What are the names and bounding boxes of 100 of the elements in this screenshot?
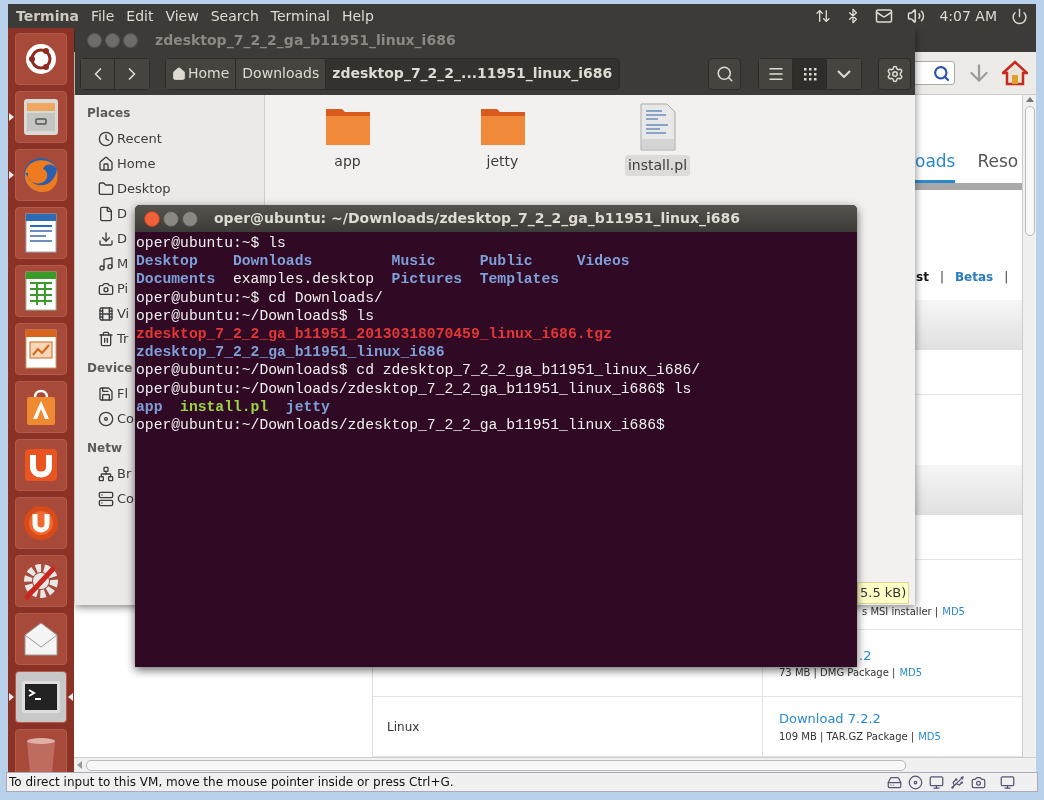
settings-button[interactable] bbox=[878, 57, 911, 90]
sidebar-item[interactable]: M bbox=[98, 251, 129, 276]
search-button[interactable] bbox=[708, 57, 741, 90]
launcher-button[interactable] bbox=[15, 323, 67, 375]
menu-item[interactable]: Edit bbox=[120, 5, 160, 27]
sidebar-item[interactable]: Home bbox=[98, 151, 156, 176]
launcher-button[interactable] bbox=[15, 613, 67, 665]
window-title: oper@ubuntu: ~/Downloads/zdesktop_7_2_2_ga_b11951_linux_i686 bbox=[214, 209, 741, 229]
path-button[interactable]: Downloads bbox=[236, 58, 327, 89]
download-link[interactable]: Download 7.2.2 bbox=[779, 709, 881, 729]
platform-label: Linux bbox=[387, 718, 420, 736]
monitor-icon[interactable] bbox=[929, 774, 944, 790]
file-details: 73 MB | DMG Package | bbox=[779, 666, 896, 681]
file-name: examples.desktop bbox=[232, 271, 374, 288]
page-link[interactable]: st bbox=[916, 268, 929, 286]
file-name: jetty bbox=[285, 398, 330, 415]
sidebar-item[interactable]: D bbox=[98, 201, 127, 226]
grid-icon bbox=[802, 66, 817, 81]
film-icon bbox=[98, 305, 114, 322]
power-icon[interactable] bbox=[1011, 7, 1028, 25]
camera-icon bbox=[98, 280, 114, 297]
floppy-icon bbox=[98, 385, 114, 402]
grid-view-button[interactable] bbox=[793, 58, 827, 89]
sidebar-item[interactable]: Co bbox=[98, 406, 135, 431]
command-line: oper@ubuntu:~$ cd Downloads/ bbox=[136, 288, 384, 307]
file-name[interactable]: install.pl bbox=[624, 155, 691, 176]
download-link[interactable]: .2 bbox=[859, 645, 872, 666]
launcher-button[interactable] bbox=[15, 33, 67, 85]
sidebar-header: Device bbox=[87, 360, 133, 377]
file-name: zdesktop_7_2_2_ga_b11951_20130318070459_linux_i686.tgz bbox=[136, 326, 612, 342]
path-button[interactable]: Home bbox=[166, 58, 237, 89]
folder-icon bbox=[98, 180, 114, 197]
launcher-button[interactable] bbox=[15, 497, 67, 549]
file-name: Desktop bbox=[136, 253, 198, 270]
view-options-button[interactable] bbox=[827, 58, 861, 89]
sidebar-item[interactable]: Pi bbox=[98, 276, 129, 301]
file-name: Public bbox=[479, 253, 533, 270]
page-tab[interactable]: Reso bbox=[977, 148, 1019, 183]
network-icon[interactable] bbox=[815, 8, 832, 24]
trash-icon bbox=[98, 330, 114, 347]
usb-icon[interactable] bbox=[950, 774, 965, 790]
display-icon[interactable] bbox=[1000, 774, 1015, 790]
sidebar-item[interactable]: Recent bbox=[98, 126, 162, 151]
status-text: To direct input to this VM, move the mouse pointer inside or press Ctrl+G. bbox=[9, 774, 454, 791]
file-name: Downloads bbox=[232, 253, 313, 270]
sidebar-item[interactable]: Vi bbox=[98, 301, 130, 326]
clock[interactable]: 4:07 AM bbox=[939, 5, 997, 27]
vertical-scrollbar[interactable] bbox=[1022, 95, 1036, 757]
search-field[interactable] bbox=[913, 61, 955, 85]
camera-icon[interactable] bbox=[971, 774, 986, 790]
command-line: oper@ubuntu:~/Downloads$ cd zdesktop_7_2_2_ga_b11951_linux_i686/ bbox=[136, 361, 702, 380]
menu-item[interactable]: Search bbox=[204, 5, 265, 27]
menu-item[interactable]: Help bbox=[335, 5, 380, 27]
app-name: Termina bbox=[16, 6, 79, 26]
back-button[interactable] bbox=[81, 58, 115, 89]
md5-link[interactable]: MD5 bbox=[899, 665, 923, 681]
sidebar-item[interactable]: Fl bbox=[98, 381, 129, 406]
network-icon bbox=[98, 465, 114, 482]
menu-item[interactable]: View bbox=[159, 5, 205, 27]
launcher-button[interactable] bbox=[15, 671, 67, 723]
file-name: app bbox=[136, 398, 163, 415]
file-name[interactable]: app bbox=[331, 151, 364, 172]
volume-icon[interactable] bbox=[907, 7, 926, 25]
md5-link[interactable]: MD5 bbox=[918, 728, 941, 744]
disc-icon[interactable] bbox=[908, 774, 923, 790]
home-icon[interactable] bbox=[1002, 60, 1028, 86]
sidebar-item[interactable]: Tr bbox=[98, 326, 129, 351]
page-link[interactable]: Betas bbox=[954, 268, 994, 286]
settings-icon bbox=[885, 64, 904, 83]
download-icon bbox=[98, 230, 114, 247]
md5-link[interactable]: MD5 bbox=[942, 604, 965, 619]
home-icon bbox=[98, 155, 114, 172]
sidebar-item[interactable]: Desktop bbox=[98, 176, 171, 201]
forward-button[interactable] bbox=[115, 58, 149, 89]
disc-icon bbox=[98, 410, 114, 427]
recent-icon bbox=[98, 130, 114, 147]
maximize-button[interactable] bbox=[182, 210, 198, 227]
sidebar-item[interactable]: Co bbox=[98, 486, 135, 511]
launcher-button[interactable] bbox=[15, 381, 67, 433]
sidebar-item[interactable]: D bbox=[98, 226, 127, 251]
menu-item[interactable]: File bbox=[84, 5, 121, 27]
minimize-button[interactable] bbox=[163, 210, 179, 227]
search-icon[interactable] bbox=[933, 64, 950, 82]
menu-item[interactable]: Terminal bbox=[264, 5, 336, 27]
launcher-button[interactable] bbox=[15, 265, 67, 317]
close-button[interactable] bbox=[144, 210, 160, 227]
music-icon bbox=[98, 255, 114, 272]
list-view-button[interactable] bbox=[759, 58, 793, 89]
sidebar-header: Netw bbox=[87, 440, 122, 457]
launcher-button[interactable] bbox=[15, 439, 67, 491]
server-icon bbox=[98, 490, 114, 507]
command-line: oper@ubuntu:~/Downloads/zdesktop_7_2_2_ga_b11951_linux_i686$ ls bbox=[136, 379, 693, 398]
hard-drive-icon[interactable] bbox=[887, 774, 902, 790]
chevron-down-icon bbox=[837, 69, 851, 78]
path-button[interactable]: zdesktop_7_2_2_...11951_linux_i686 bbox=[326, 58, 620, 89]
sidebar-item[interactable]: Br bbox=[98, 461, 132, 486]
file-name[interactable]: jetty bbox=[483, 151, 522, 172]
horizontal-scrollbar[interactable] bbox=[74, 757, 1036, 772]
envelope-icon[interactable] bbox=[875, 7, 894, 25]
launcher-button[interactable] bbox=[15, 207, 67, 259]
